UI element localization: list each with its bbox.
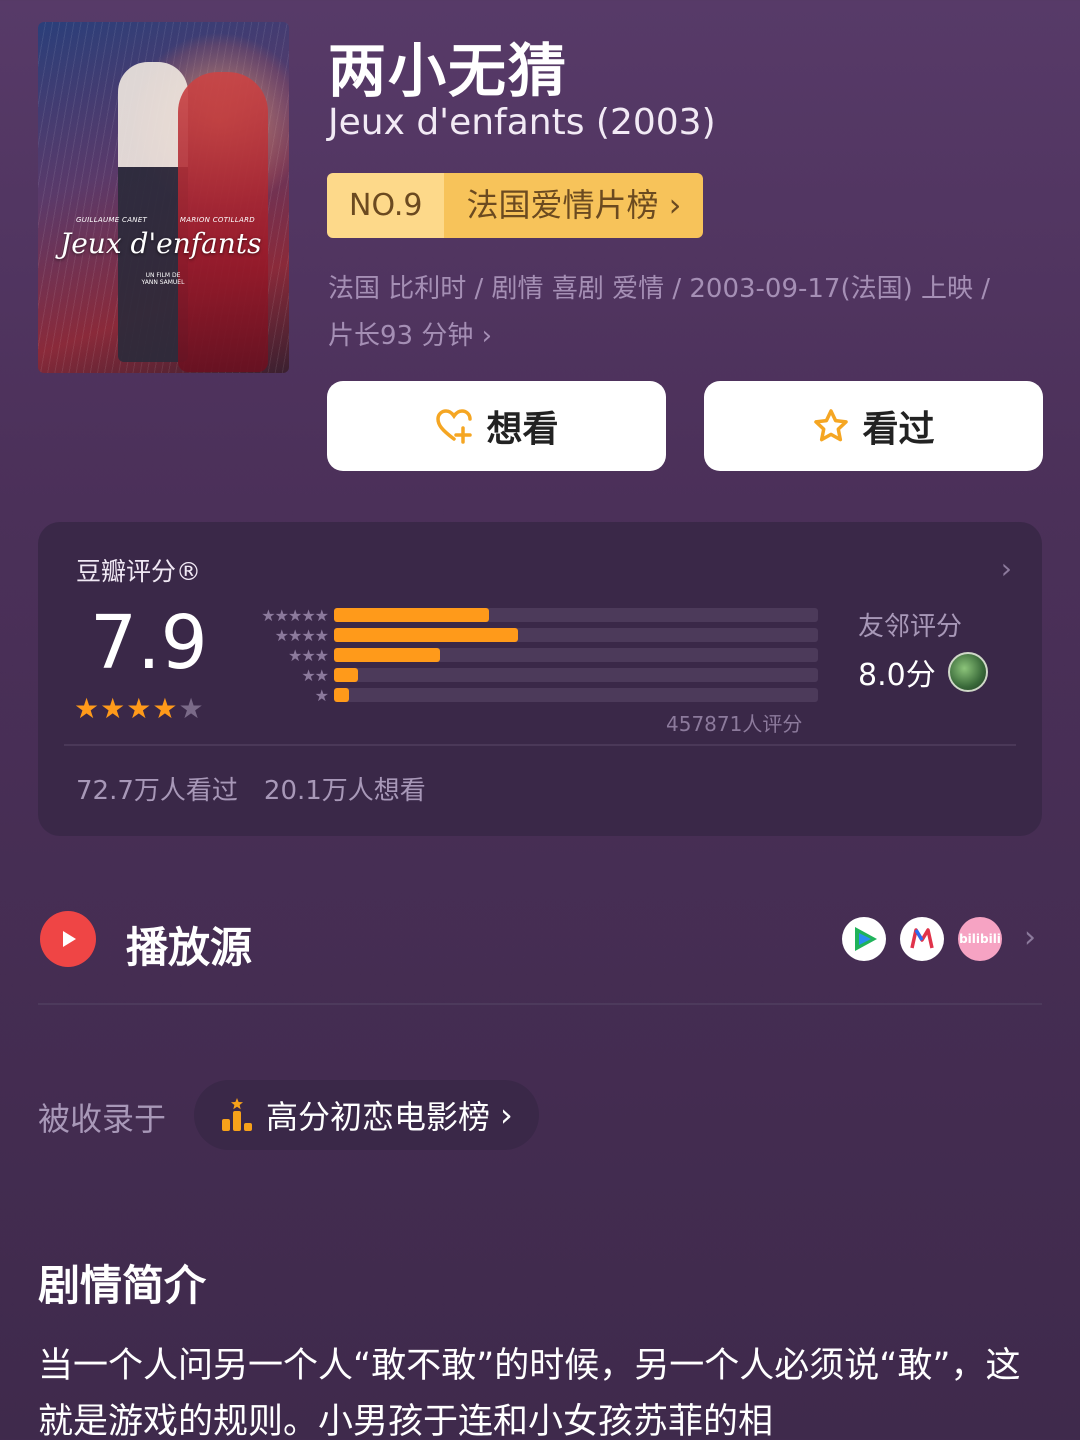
collection-label: 被收录于 — [38, 1100, 167, 1138]
score-star: ★ — [178, 692, 204, 725]
bilibili-icon[interactable]: bilibili — [958, 917, 1002, 961]
tencent-video-icon[interactable] — [842, 917, 886, 961]
friend-rating-label: 友邻评分 — [858, 612, 963, 642]
info-line-1: 法国 比利时 / 剧情 喜剧 爱情 / 2003-09-17(法国) 上映 / — [328, 274, 991, 304]
distribution-bar — [334, 628, 818, 642]
want-to-watch-button[interactable]: 想看 — [327, 381, 666, 471]
poster-title: Jeux d'enfants — [60, 227, 262, 260]
ranking-icon — [222, 1098, 252, 1131]
friend-score-value: 8.0分 — [858, 658, 936, 693]
rating-score: 7.9 — [90, 600, 208, 686]
synopsis-text: 当一个人问另一个人“敢不敢”的时候，另一个人必须说“敢”，这就是游戏的规则。小男… — [38, 1346, 1021, 1440]
rating-card[interactable]: 豆瓣评分® › 7.9 ★ ★ ★ ★ ★ ★★★★★ ★★★★ ★★★ ★★ ★ 457871… — [38, 522, 1042, 836]
heart-plus-icon — [436, 409, 473, 444]
movie-title-cn: 两小无猜 — [328, 37, 569, 105]
poster-actor-left: GUILLAUME CANET — [76, 216, 148, 224]
movie-poster[interactable]: GUILLAUME CANET MARION COTILLARD Jeux d'… — [38, 22, 289, 373]
vote-count: 457871人评分 — [666, 712, 803, 736]
score-stars: ★ ★ ★ ★ ★ — [74, 692, 204, 725]
want-count: 20.1万人想看 — [263, 776, 426, 806]
play-icon[interactable] — [40, 911, 96, 967]
want-label: 想看 — [486, 409, 559, 450]
watched-button[interactable]: 看过 — [704, 381, 1043, 471]
distribution-bar-fill — [334, 648, 441, 662]
friend-rating[interactable]: 8.0分 — [858, 650, 988, 694]
collection-chip[interactable]: 高分初恋电影榜 › — [194, 1080, 539, 1150]
divider — [38, 1003, 1042, 1005]
star-outline-icon — [814, 409, 849, 442]
poster-actor-right: MARION COTILLARD — [179, 216, 255, 224]
star-level-label: ★★ — [301, 666, 329, 685]
movie-info[interactable]: 法国 比利时 / 剧情 喜剧 爱情 / 2003-09-17(法国) 上映 / … — [328, 266, 1048, 360]
distribution-bar-fill — [334, 688, 349, 702]
mango-video-icon[interactable] — [900, 917, 944, 961]
score-star: ★ — [126, 692, 152, 725]
score-star: ★ — [100, 692, 126, 725]
play-sources[interactable]: bilibili — [842, 917, 1002, 961]
seen-label: 看过 — [862, 409, 935, 450]
distribution-bar — [334, 668, 818, 682]
chevron-right-icon: › — [500, 1096, 513, 1134]
friend-avatar — [947, 652, 988, 692]
watch-stats: 72.7万人看过 20.1万人想看 — [76, 770, 426, 807]
rating-distribution — [334, 608, 818, 708]
rank-number: NO.9 — [327, 173, 445, 238]
rating-label: 豆瓣评分® — [76, 557, 202, 586]
play-triangle-icon — [63, 931, 76, 947]
star-level-label: ★ — [314, 686, 329, 705]
play-source-title[interactable]: 播放源 — [126, 914, 252, 975]
seen-count: 72.7万人看过 — [76, 776, 238, 806]
collection-name: 高分初恋电影榜 — [266, 1098, 491, 1136]
chevron-right-icon[interactable]: › — [1001, 552, 1012, 585]
poster-director: UN FILM DE YANN SAMUEL — [141, 272, 185, 286]
poster-actors: GUILLAUME CANET MARION COTILLARD — [76, 216, 255, 224]
rank-badge[interactable]: NO.9 法国爱情片榜 › — [327, 173, 704, 238]
chevron-right-icon: › — [481, 321, 493, 351]
synopsis-title: 剧情简介 — [38, 1261, 207, 1310]
rank-list-name: 法国爱情片榜 › — [444, 173, 704, 238]
distribution-bar-fill — [334, 608, 489, 622]
star-level-label: ★★★ — [287, 646, 329, 665]
distribution-bar — [334, 688, 818, 702]
divider — [64, 744, 1016, 746]
score-star: ★ — [74, 692, 100, 725]
info-line-2: 片长93 分钟 › — [328, 321, 493, 351]
star-level-labels: ★★★★★ ★★★★ ★★★ ★★ ★ — [232, 606, 329, 706]
distribution-bar-fill — [334, 628, 518, 642]
star-level-label: ★★★★★ — [261, 606, 329, 625]
score-star: ★ — [152, 692, 178, 725]
distribution-bar-fill — [334, 668, 359, 682]
distribution-bar — [334, 608, 818, 622]
star-level-label: ★★★★ — [274, 626, 329, 645]
chevron-right-icon[interactable]: › — [1024, 920, 1036, 955]
distribution-bar — [334, 648, 818, 662]
movie-title-en: Jeux d'enfants (2003) — [328, 102, 716, 143]
